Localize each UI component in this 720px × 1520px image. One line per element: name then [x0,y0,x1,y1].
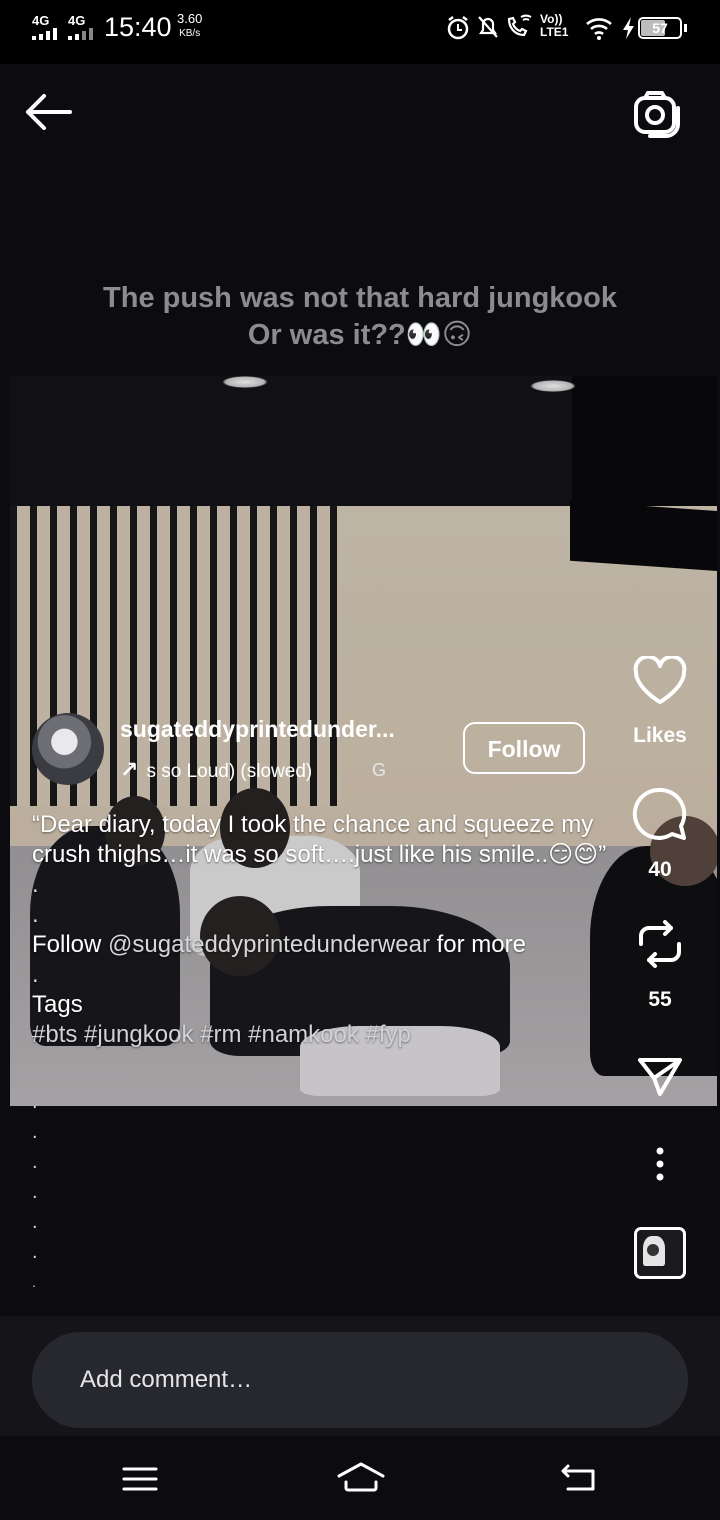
reposts-count: 55 [648,988,672,1011]
caption-line-1: The push was not that hard jungkook [103,282,617,314]
comment-action[interactable]: 40 [620,786,700,882]
signal-bars-icon [32,28,57,40]
dot: . [32,1151,38,1173]
home-icon[interactable] [336,1460,386,1494]
trailing-dots: . . . . . . . [32,1087,38,1297]
battery-level: 57 [652,20,668,36]
dot: . [32,1274,36,1290]
system-navigation-bar [0,1436,720,1520]
audio-thumbnail[interactable] [634,1227,686,1279]
clock: 15:40 [104,12,172,42]
dot: . [32,1091,38,1113]
signal-bars-icon [68,28,93,40]
author-username[interactable]: sugateddyprintedunder... [120,716,395,743]
music-label[interactable]: ↗ s so Loud) (slowed) [120,757,312,783]
description-dot: . [32,901,39,928]
charging-icon [623,17,634,39]
comments-count: 40 [648,858,672,881]
post-description: “Dear diary, today I took the chance and… [32,810,612,1050]
status-bar: 4G 4G 15:40 3.60 KB/s Vo)) LTE1 57 [0,0,720,64]
heart-icon[interactable] [632,656,688,706]
more-options-icon[interactable] [650,1145,670,1185]
speed-unit: KB/s [179,28,201,39]
follow-suffix: for more [429,931,526,958]
dot: . [32,1181,38,1203]
speed-value: 3.60 [177,11,203,26]
camera-icon[interactable] [630,88,682,140]
wifi-calling-icon [507,14,532,37]
description-dot: . [32,871,39,898]
mention-link[interactable]: @sugateddyprintedunderwear [108,931,430,958]
network-speed: 3.60 KB/s [177,11,202,41]
likes-label: Likes [633,724,687,747]
music-arrow-icon: ↗ [120,757,139,782]
signal-strength-1: 4G [32,13,50,28]
back-arrow-icon[interactable] [24,92,72,132]
signal-strength-2: 4G [68,13,86,28]
menu-icon[interactable] [122,1466,158,1492]
volte-indicator: Vo)) LTE1 [540,12,569,39]
repost-icon[interactable] [635,916,685,972]
battery-tip [684,24,687,32]
follow-line: Follow @sugateddyprintedunderwear for mo… [32,930,612,960]
music-title: s so Loud) (slowed) [146,761,313,782]
comment-placeholder[interactable]: Add comment… [80,1366,252,1394]
back-icon[interactable] [560,1462,600,1494]
dot: . [32,1121,38,1143]
alarm-icon [447,16,469,40]
follow-button[interactable]: Follow [463,722,585,774]
follow-prefix: Follow [32,931,109,958]
hashtags[interactable]: #bts #jungkook #rm #namkook #fyp [32,1020,612,1050]
music-extra: G [372,760,387,780]
repost-action[interactable]: 55 [620,916,700,1012]
wifi-icon [586,18,612,40]
comment-bubble-icon[interactable] [632,786,688,840]
description-text: “Dear diary, today I took the chance and… [32,811,607,868]
mute-bell-icon [478,16,498,38]
author-avatar[interactable] [32,713,104,785]
dot: . [32,1211,38,1233]
like-action[interactable]: Likes [620,656,700,748]
share-send-icon[interactable] [636,1054,684,1098]
description-dot: . [32,961,39,988]
caption-line-2: Or was it??👀🙃 [247,319,473,351]
post-caption: The push was not that hard jungkook Or w… [0,280,720,354]
dot: . [32,1241,38,1263]
tags-label: Tags [32,991,83,1018]
thumbnail-face [647,1244,659,1256]
battery-icon: 57 [638,17,682,39]
